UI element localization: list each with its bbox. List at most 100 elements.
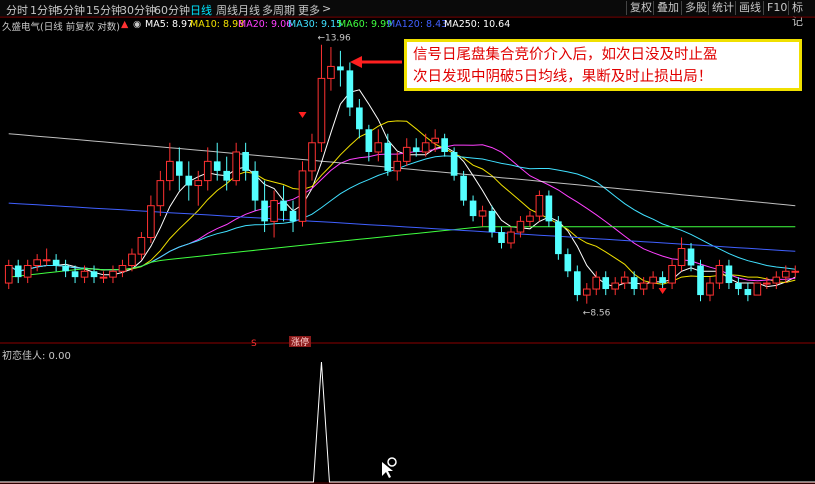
candle-body-up bbox=[649, 276, 657, 284]
sell-mark-label: S bbox=[251, 339, 257, 349]
candle-body-up bbox=[156, 180, 165, 207]
indicator-panel bbox=[0, 361, 815, 483]
candle-body-down bbox=[545, 195, 553, 222]
indicator-header: 初恋佳人: 0.00 bbox=[2, 347, 71, 362]
candle-body-up bbox=[535, 195, 544, 217]
candle-body-down bbox=[659, 277, 666, 284]
candle-body-up bbox=[128, 253, 136, 266]
indicator-line bbox=[0, 361, 815, 483]
candle-body-up bbox=[80, 270, 89, 278]
candle-body-up bbox=[298, 170, 307, 222]
ma-line-MA5 bbox=[8, 89, 796, 288]
candle-body-up bbox=[147, 205, 155, 238]
candle-body-up bbox=[763, 282, 771, 285]
candle-body-down bbox=[185, 175, 193, 186]
indicator-name: 初恋佳人 bbox=[2, 351, 42, 362]
candle-body-up bbox=[620, 276, 629, 284]
candle-body-up bbox=[393, 160, 402, 172]
candle-body-down bbox=[697, 265, 704, 296]
low-price-label: ←8.56 bbox=[583, 309, 611, 319]
candle-body-up bbox=[99, 276, 108, 279]
high-price-label: ←13.96 bbox=[317, 34, 351, 44]
candle-body-down bbox=[412, 147, 420, 152]
candle-body-up bbox=[109, 270, 117, 278]
candle-body-down bbox=[251, 170, 259, 201]
candle-body-down bbox=[555, 221, 562, 255]
candle-body-down bbox=[261, 200, 268, 222]
candle-body-up bbox=[611, 282, 620, 290]
candle-body-down bbox=[630, 277, 638, 290]
candle-body-up bbox=[137, 236, 146, 255]
candle-body-up bbox=[582, 288, 591, 296]
candle-body-down bbox=[564, 254, 572, 272]
ma-lines bbox=[8, 89, 796, 288]
candle-body-up bbox=[507, 231, 515, 244]
annotation-line-2: 次日发现中阴破5日均线，果断及时止损出局！ bbox=[413, 69, 713, 85]
arrow-head-icon bbox=[350, 56, 362, 68]
annotation-box: 信号日尾盘集合竞价介入后，如次日没及时止盈 次日发现中阴破5日均线，果断及时止损… bbox=[404, 39, 802, 91]
candle-body-down bbox=[280, 200, 287, 211]
limit-up-tag-label: 涨停 bbox=[291, 336, 309, 348]
candle-body-down bbox=[14, 265, 22, 278]
candle-body-up bbox=[639, 282, 648, 290]
candle-body-down bbox=[384, 142, 392, 171]
ma-line-MA20 bbox=[8, 144, 796, 282]
candle-body-down bbox=[175, 161, 183, 176]
candle-body-up bbox=[668, 264, 676, 284]
candle-body-down bbox=[687, 248, 695, 266]
candle-body-down bbox=[52, 259, 60, 266]
candle-body-up bbox=[478, 210, 487, 217]
mouse-cursor-icon bbox=[382, 462, 393, 478]
candle-body-down bbox=[441, 138, 448, 152]
busy-ring-icon bbox=[387, 457, 397, 467]
candle-body-down bbox=[365, 129, 373, 152]
candle-body-down bbox=[735, 283, 742, 290]
candle-body-up bbox=[42, 259, 51, 262]
candle-body-up bbox=[791, 270, 800, 273]
candle-body-down bbox=[213, 161, 221, 171]
candle-body-up bbox=[526, 215, 534, 222]
candle-body-up bbox=[781, 270, 790, 278]
candle-body-up bbox=[592, 276, 601, 290]
candle-body-down bbox=[90, 271, 98, 278]
candle-body-down bbox=[346, 70, 354, 108]
candle-body-up bbox=[327, 65, 335, 79]
candle-body-up bbox=[677, 248, 686, 266]
buy-signal-icon bbox=[301, 112, 304, 116]
candle-body-up bbox=[421, 142, 430, 153]
candle-body-up bbox=[772, 276, 781, 284]
candle-body-up bbox=[706, 282, 714, 296]
candle-body-up bbox=[317, 77, 326, 144]
candle-body-down bbox=[71, 271, 79, 278]
candle-body-up bbox=[118, 264, 127, 272]
candle-body-down bbox=[460, 175, 467, 201]
candle-body-down bbox=[223, 170, 231, 181]
candle-body-down bbox=[488, 210, 496, 233]
ma-line-MA30 bbox=[8, 155, 796, 272]
candle-body-up bbox=[715, 264, 724, 284]
candle-body-down bbox=[450, 151, 458, 176]
candle-body-up bbox=[194, 180, 203, 187]
ma-line-MA120 bbox=[8, 202, 796, 252]
candle-body-down bbox=[602, 277, 610, 290]
candle-body-up bbox=[308, 142, 316, 172]
candle-body-up bbox=[431, 137, 439, 144]
indicator-value: : 0.00 bbox=[42, 351, 71, 362]
candle-body-up bbox=[4, 264, 13, 284]
candle-body-up bbox=[402, 146, 411, 162]
candle-body-up bbox=[23, 264, 32, 278]
candle-body-up bbox=[374, 142, 383, 153]
ma-line-MA250 bbox=[8, 133, 796, 207]
candle-body-down bbox=[337, 66, 344, 71]
annotation-line-1: 信号日尾盘集合竞价介入后，如次日没及时止盈 bbox=[413, 47, 718, 63]
candle-body-down bbox=[62, 265, 69, 272]
candle-body-down bbox=[498, 232, 505, 243]
candle-body-down bbox=[744, 289, 752, 296]
candle-body-up bbox=[33, 259, 41, 266]
candle-body-down bbox=[289, 210, 297, 222]
candle-body-up bbox=[232, 151, 240, 182]
candle-body-down bbox=[469, 200, 477, 217]
candle-body-down bbox=[725, 265, 733, 284]
candle-body-up bbox=[753, 282, 762, 296]
candle-body-up bbox=[270, 200, 278, 222]
